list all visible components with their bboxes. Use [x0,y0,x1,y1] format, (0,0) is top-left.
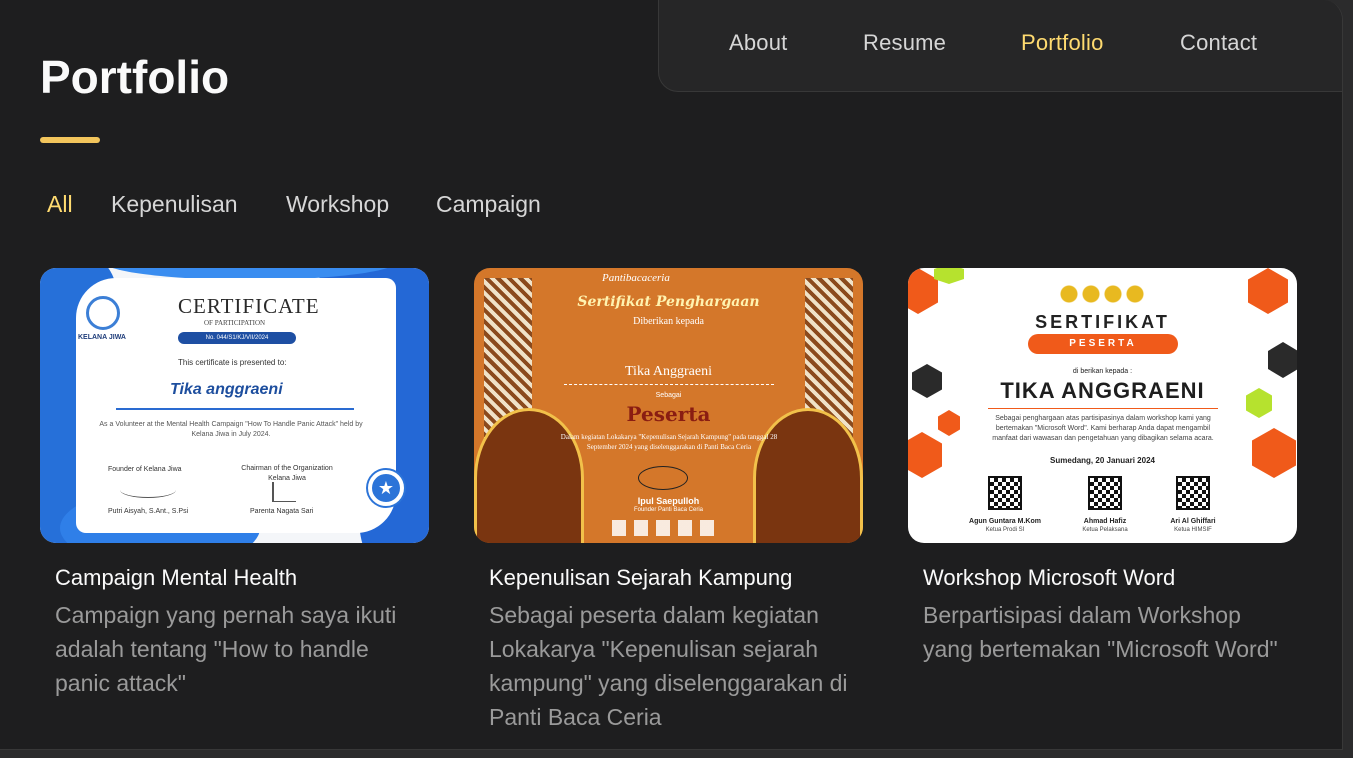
hexagon-shape [908,268,938,314]
navbar: About Resume Portfolio Contact [658,0,1342,92]
cert-subheading: Diberikan kepada [633,316,704,327]
cert-signer: Ari Al Ghiffari [1170,518,1216,525]
cert-founder-name: Putri Aisyah, S.Ant., S.Psi [108,508,189,515]
cert-name: Tika Anggraeni [625,364,712,379]
cert-heading: SERTIFIKAT [1035,312,1170,332]
project-card-workshop[interactable]: SERTIFIKAT PESERTA di berikan kepada : T… [908,268,1297,662]
title-underline [40,137,100,143]
main-panel: About Resume Portfolio Contact Portfolio… [0,0,1343,750]
certificate-image[interactable]: KELANA JIWA CERTIFICATE OF PARTICIPATION… [40,268,429,543]
filter-campaign-button[interactable]: Campaign [436,191,541,218]
hexagon-shape [1252,428,1296,478]
nav-resume-link[interactable]: Resume [863,30,946,56]
cert-signer-role: Ketua Prodi SI [985,527,1025,533]
star-badge-icon: ★ [368,470,404,506]
cert-date: Sumedang, 20 Januari 2024 [1050,456,1155,465]
institution-logos-icon [1058,284,1148,304]
project-description: Campaign yang pernah saya ikuti adalah t… [55,602,397,696]
signature-icon [272,482,296,502]
cert-chair-name: Parenta Nagata Sari [250,508,314,515]
cert-presented: This certificate is presented to: [178,358,287,367]
cert-body: As a Volunteer at the Mental Health Camp… [99,421,363,438]
wayang-ornament-icon [474,408,584,543]
project-description: Sebagai peserta dalam kegiatan Lokakarya… [489,602,848,730]
cert-role: Peserta [626,402,711,426]
cert-chair-title: Chairman of the Organization Kelana Jiwa [241,465,333,482]
hexagon-shape [934,268,964,284]
hexagon-shape [938,410,960,436]
certificate-image[interactable]: Pantibacaceria Sertifikat Penghargaan Di… [474,268,863,543]
nav-about-link[interactable]: About [729,30,788,56]
cert-signer: Agun Guntara M.Kom [969,518,1041,525]
cert-as: Sebagai [655,392,682,399]
project-title: Campaign Mental Health [55,565,298,590]
cert-signer: Ipul Saepulloh [637,496,700,506]
signature-icon [120,482,176,498]
project-title: Kepenulisan Sejarah Kampung [489,565,793,590]
cert-number: No. 044/S1/KJ/VII/2024 [178,332,296,344]
nav-portfolio-link[interactable]: Portfolio [1021,30,1104,56]
cert-heading: CERTIFICATE [178,294,320,318]
cert-divider [988,408,1218,409]
cert-signer-role: Ketua HIMSIF [1174,527,1212,533]
cert-body: Dalam kegiatan Lokakarya "Kepenulisan Se… [560,433,778,451]
project-card-kepenulisan[interactable]: Pantibacaceria Sertifikat Penghargaan Di… [474,268,863,730]
filter-workshop-button[interactable]: Workshop [286,191,389,218]
cert-name: Tika anggraeni [170,381,283,398]
cert-name: TIKA ANGGRAENI [1000,378,1205,403]
filter-all-button[interactable]: All [47,191,73,218]
cert-body: Sebagai penghargaan atas partisipasinya … [992,415,1214,442]
cert-signer-role: Founder Panti Baca Ceria [633,507,704,513]
cert-signer: Ahmad Hafiz [1083,518,1127,525]
signature-icon [638,466,688,490]
hexagon-shape [1248,268,1288,314]
cert-signer-role: Ketua Pelaksana [1082,527,1128,533]
page-bottom-strip [0,750,1353,758]
project-card-campaign[interactable]: KELANA JIWA CERTIFICATE OF PARTICIPATION… [40,268,429,696]
sponsor-logos-icon [612,520,722,536]
org-logo-icon [86,296,120,330]
cert-subheading: OF PARTICIPATION [204,319,266,327]
hexagon-shape [908,432,942,478]
cert-org: KELANA JIWA [78,334,126,341]
cert-divider [116,408,354,410]
qr-code-icon [988,476,1022,510]
cert-pill: PESERTA [1028,334,1178,354]
filter-kepenulisan-button[interactable]: Kepenulisan [111,191,238,218]
cert-brand: Pantibacaceria [602,272,670,284]
project-title: Workshop Microsoft Word [923,565,1176,590]
qr-code-icon [1088,476,1122,510]
cert-divider [564,384,774,385]
nav-contact-link[interactable]: Contact [1180,30,1257,56]
certificate-image[interactable]: SERTIFIKAT PESERTA di berikan kepada : T… [908,268,1297,543]
cert-heading: Sertifikat Penghargaan [577,294,760,310]
project-description: Berpartisipasi dalam Workshop yang berte… [923,602,1278,662]
wayang-ornament-icon [753,408,863,543]
cert-founder-title: Founder of Kelana Jiwa [108,466,182,473]
page-title: Portfolio [40,51,230,103]
qr-code-icon [1176,476,1210,510]
cert-given: di berikan kepada : [1072,368,1133,375]
